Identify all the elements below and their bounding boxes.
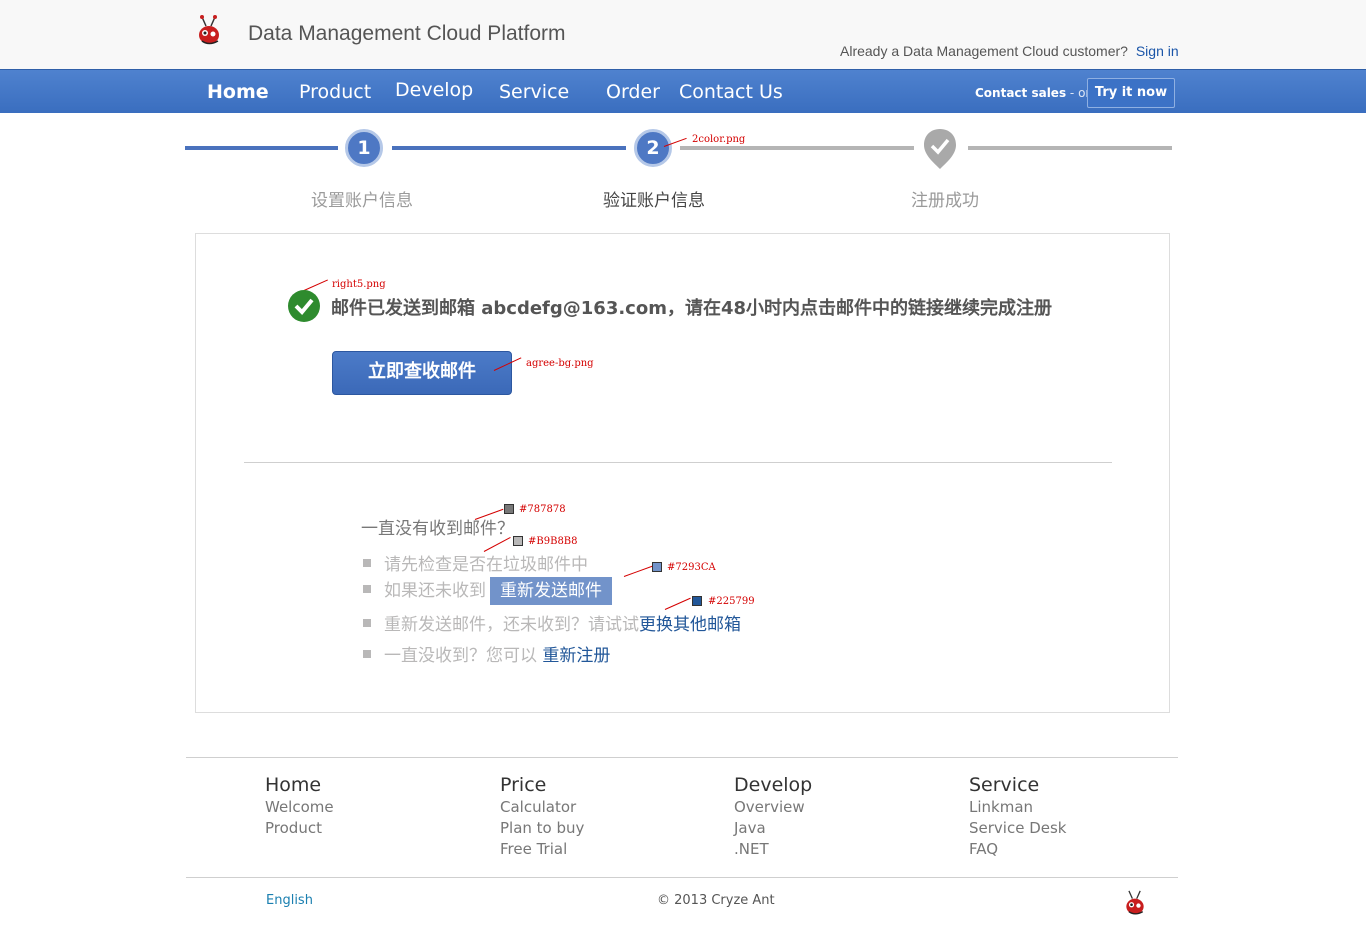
annotation-7293ca: #7293CA (667, 562, 716, 573)
color-swatch-787878 (504, 504, 514, 514)
re-register-link[interactable]: 重新注册 (542, 646, 610, 666)
bullet-icon (363, 585, 371, 593)
ant-logo-icon (1126, 890, 1144, 915)
footer-col-develop: Develop Overview Java .NET (734, 774, 812, 860)
language-link[interactable]: English (266, 893, 313, 908)
main-nav: Home Product Develop Service Order Conta… (0, 69, 1366, 113)
tip-text: 如果还未收到 (384, 581, 486, 601)
top-bar: Data Management Cloud Platform Already a… (0, 0, 1366, 69)
bullet-icon (363, 559, 371, 567)
footer-col-price: Price Calculator Plan to buy Free Trial (500, 774, 584, 860)
copyright: © 2013 Cryze Ant (657, 893, 775, 908)
footer-link-calculator[interactable]: Calculator (500, 797, 584, 818)
step-3-check-icon (924, 129, 956, 169)
footer-link-dotnet[interactable]: .NET (734, 839, 812, 860)
footer-col-home: Home Welcome Product (265, 774, 334, 839)
step-line-1 (185, 146, 338, 150)
nav-develop[interactable]: Develop (395, 79, 473, 101)
tip-text: 请先检查是否在垃圾邮件中 (384, 555, 588, 575)
contact-sales-link[interactable]: Contact sales (975, 86, 1066, 100)
resend-email-button[interactable]: 重新发送邮件 (490, 577, 612, 605)
footer-col-title[interactable]: Service (969, 774, 1067, 796)
footer-link-free-trial[interactable]: Free Trial (500, 839, 584, 860)
annotation-787878: #787878 (519, 504, 566, 515)
check-mail-button[interactable]: 立即查收邮件 (332, 351, 512, 395)
bullet-icon (363, 650, 371, 658)
sign-in-link[interactable]: Sign in (1136, 43, 1179, 59)
customer-prompt-text: Already a Data Management Cloud customer… (840, 43, 1128, 59)
annotation-225799: #225799 (708, 596, 755, 607)
nav-order[interactable]: Order (606, 81, 660, 103)
step-1-circle: 1 (345, 129, 383, 167)
step-2-label: 验证账户信息 (603, 191, 705, 211)
tip-resend: 如果还未收到 重新发送邮件 (363, 576, 612, 605)
footer-top-divider (186, 757, 1178, 758)
nav-home[interactable]: Home (207, 81, 269, 103)
tip-text: 重新发送邮件，还未收到？请试试 (384, 615, 639, 635)
tip-change-email: 重新发送邮件，还未收到？请试试更换其他邮箱 (363, 610, 741, 635)
footer-link-product[interactable]: Product (265, 818, 334, 839)
success-check-icon (288, 290, 320, 322)
step-line-2 (392, 146, 626, 150)
annotation-agree-bg: agree-bg.png (526, 358, 594, 369)
email-sent-message: 邮件已发送到邮箱 abcdefg@163.com，请在48小时内点击邮件中的链接… (331, 298, 1053, 319)
contact-sales: Contact sales - or - (975, 86, 1099, 100)
step-line-3 (680, 146, 914, 150)
footer-link-welcome[interactable]: Welcome (265, 797, 334, 818)
color-swatch-b9b8b8 (513, 536, 523, 546)
tip-text: 一直没收到？您可以 (384, 646, 537, 666)
color-swatch-7293ca (652, 562, 662, 572)
footer-col-title[interactable]: Home (265, 774, 334, 796)
nav-service[interactable]: Service (499, 81, 569, 103)
ant-logo-icon[interactable] (194, 14, 224, 48)
tip-check-spam: 请先检查是否在垃圾邮件中 (363, 550, 588, 575)
change-email-link[interactable]: 更换其他邮箱 (639, 615, 741, 635)
footer-link-java[interactable]: Java (734, 818, 812, 839)
footer-link-plan-to-buy[interactable]: Plan to buy (500, 818, 584, 839)
try-it-now-button[interactable]: Try it now (1087, 78, 1175, 108)
tip-re-register: 一直没收到？您可以 重新注册 (363, 641, 610, 666)
bullet-icon (363, 619, 371, 627)
footer-col-title[interactable]: Price (500, 774, 584, 796)
footer-link-service-desk[interactable]: Service Desk (969, 818, 1067, 839)
nav-contact-us[interactable]: Contact Us (679, 81, 783, 103)
footer-col-title[interactable]: Develop (734, 774, 812, 796)
nav-product[interactable]: Product (299, 81, 371, 103)
footer-bottom-divider (186, 877, 1178, 878)
footer-link-linkman[interactable]: Linkman (969, 797, 1067, 818)
step-1-label: 设置账户信息 (311, 191, 413, 211)
help-title: 一直没有收到邮件？ (361, 519, 514, 539)
site-title: Data Management Cloud Platform (248, 22, 566, 45)
step-3-label: 注册成功 (911, 191, 979, 211)
footer-col-service: Service Linkman Service Desk FAQ (969, 774, 1067, 860)
section-divider (244, 462, 1112, 463)
color-swatch-225799 (692, 596, 702, 606)
footer-link-overview[interactable]: Overview (734, 797, 812, 818)
annotation-right5: right5.png (332, 279, 386, 290)
step-line-4 (968, 146, 1172, 150)
step-2-circle: 2 (634, 129, 672, 167)
customer-prompt: Already a Data Management Cloud customer… (840, 43, 1179, 59)
annotation-b9b8b8: #B9B8B8 (528, 536, 578, 547)
footer-link-faq[interactable]: FAQ (969, 839, 1067, 860)
annotation-2color: 2color.png (692, 134, 746, 145)
